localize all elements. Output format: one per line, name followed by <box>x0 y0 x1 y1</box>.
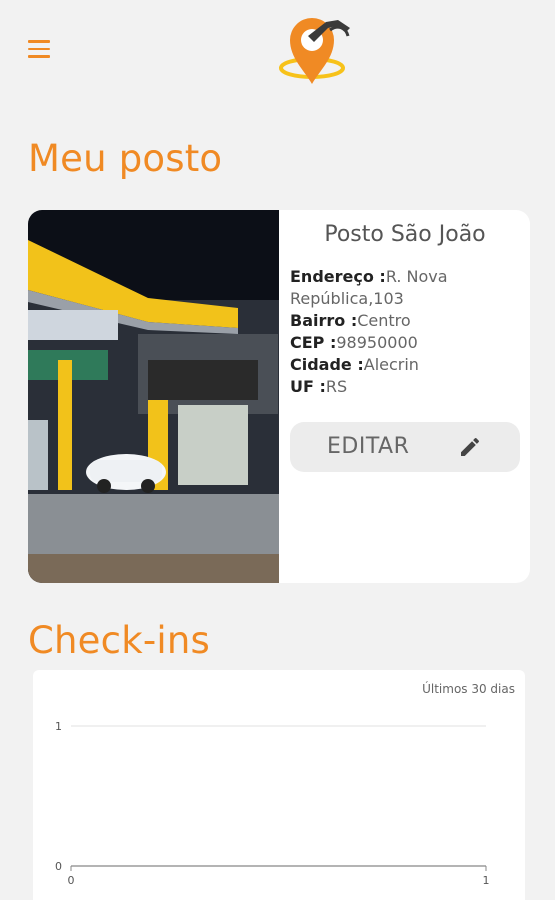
state-value: RS <box>325 377 348 396</box>
station-name: Posto São João <box>324 222 486 247</box>
y-tick-label: 0 <box>55 860 62 873</box>
fuel-location-logo <box>279 18 350 84</box>
neighborhood-value: Centro <box>357 311 411 330</box>
checkins-chart: 0 1 0 1 <box>55 720 490 887</box>
x-tick-label: 0 <box>68 874 75 887</box>
cep-field: CEP :98950000 <box>290 332 520 354</box>
page-title: Meu posto <box>28 137 223 180</box>
edit-button-label: EDITAR <box>327 434 410 459</box>
top-app-bar <box>0 0 555 100</box>
city-value: Alecrin <box>363 355 419 374</box>
edit-button[interactable]: EDITAR <box>290 422 520 472</box>
address-field: Endereço :R. Nova República,103 <box>290 266 520 310</box>
station-info: Posto São João Endereço :R. Nova Repúbli… <box>290 210 530 583</box>
city-field: Cidade :Alecrin <box>290 354 520 376</box>
state-label: UF : <box>290 377 326 396</box>
city-label: Cidade : <box>290 355 364 374</box>
checkins-chart-card: Últimos 30 dias 0101 <box>33 670 525 900</box>
station-photo <box>28 210 279 583</box>
hamburger-menu-icon[interactable] <box>28 40 50 58</box>
cep-label: CEP : <box>290 333 337 352</box>
state-field: UF :RS <box>290 376 520 398</box>
address-label: Endereço : <box>290 267 386 286</box>
y-tick-label: 1 <box>55 720 62 733</box>
neighborhood-field: Bairro :Centro <box>290 310 520 332</box>
cep-value: 98950000 <box>336 333 418 352</box>
x-tick-label: 1 <box>483 874 490 887</box>
pencil-icon <box>461 437 480 456</box>
checkins-title: Check-ins <box>28 619 210 662</box>
station-card: Posto São João Endereço :R. Nova Repúbli… <box>28 210 530 583</box>
neighborhood-label: Bairro : <box>290 311 358 330</box>
